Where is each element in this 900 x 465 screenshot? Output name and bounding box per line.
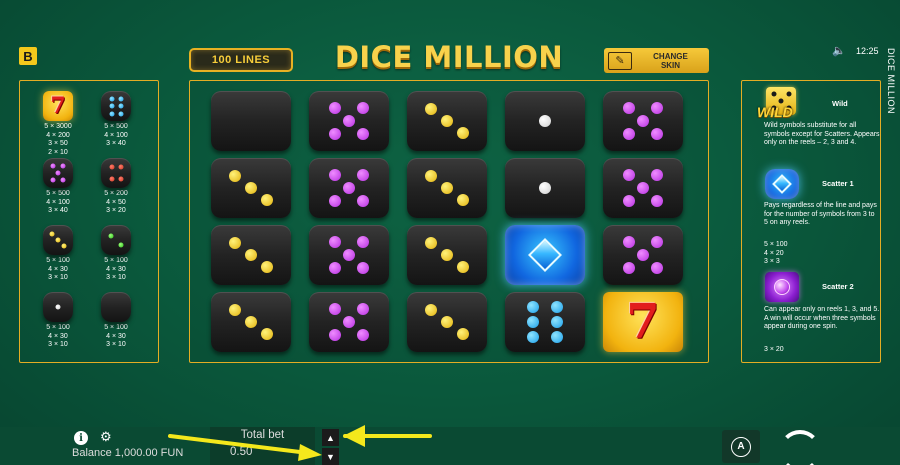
arrow-head-2 — [343, 425, 365, 447]
annotation-arrows — [168, 425, 432, 461]
arrow-head-1 — [298, 444, 322, 461]
